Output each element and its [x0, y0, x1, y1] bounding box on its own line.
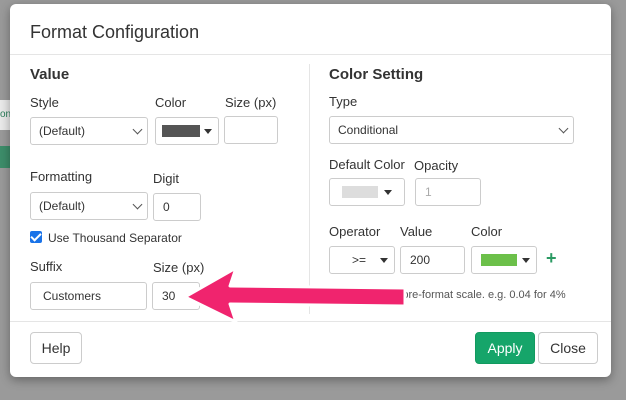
formatting-label: Formatting	[30, 169, 93, 184]
condition-color-label: Color	[471, 224, 503, 239]
digit-label: Digit	[153, 171, 180, 186]
operator-label: Operator	[329, 224, 381, 239]
style-select-value: (Default)	[39, 124, 86, 138]
suffix-input[interactable]: Customers	[30, 282, 147, 310]
footer-divider	[10, 321, 611, 322]
caret-down-icon	[384, 190, 392, 195]
opacity-input[interactable]: 1	[415, 178, 481, 206]
chevron-down-icon	[132, 199, 143, 210]
value-section-title: Value	[30, 66, 70, 83]
formatting-select[interactable]: (Default)	[30, 192, 148, 220]
thousand-separator-label: Use Thousand Separator	[48, 231, 182, 245]
column-divider	[309, 64, 310, 314]
chevron-down-icon	[132, 124, 143, 135]
caret-down-icon	[380, 258, 388, 263]
default-color-label: Default Color	[329, 157, 405, 172]
thousand-separator-checkbox[interactable]	[30, 231, 42, 243]
formatting-select-value: (Default)	[39, 199, 86, 213]
size-input[interactable]	[224, 116, 278, 144]
caret-down-icon	[522, 258, 530, 263]
add-condition-plus-icon[interactable]: +	[546, 248, 557, 269]
opacity-label: Opacity	[414, 158, 459, 173]
value-label: Value	[400, 224, 433, 239]
color-setting-section-title: Color Setting	[329, 66, 424, 83]
suffix-size-input[interactable]: 30	[152, 282, 200, 310]
apply-button[interactable]: Apply	[475, 332, 535, 364]
format-configuration-dialog: Format Configuration Value Style (Defaul…	[10, 4, 611, 377]
color-label: Color	[155, 95, 187, 110]
size-label: Size (px)	[225, 95, 277, 110]
value-color-picker[interactable]	[155, 117, 219, 145]
suffix-label: Suffix	[30, 259, 63, 274]
condition-color-picker[interactable]	[471, 246, 537, 274]
header-divider	[10, 54, 611, 55]
type-select-value: Conditional	[338, 123, 399, 137]
value-color-swatch	[162, 125, 200, 137]
close-button[interactable]: Close	[538, 332, 598, 364]
digit-input[interactable]: 0	[153, 193, 201, 221]
threshold-value-input[interactable]: 200	[400, 246, 465, 274]
condition-color-swatch	[481, 254, 517, 266]
help-button[interactable]: Help	[30, 332, 82, 364]
type-select[interactable]: Conditional	[329, 116, 574, 144]
operator-select-value: >=	[352, 253, 367, 267]
operator-select[interactable]: >=	[329, 246, 395, 274]
style-label: Style	[30, 95, 59, 110]
chevron-down-icon	[558, 123, 569, 134]
suffix-size-label: Size (px)	[153, 260, 205, 275]
default-color-swatch	[342, 186, 378, 198]
default-color-picker[interactable]	[329, 178, 405, 206]
type-label: Type	[329, 94, 358, 109]
color-setting-hint: Type values in pre-format scale. e.g. 0.…	[329, 289, 566, 301]
dialog-title: Format Configuration	[30, 22, 200, 42]
style-select[interactable]: (Default)	[30, 117, 148, 145]
caret-down-icon	[204, 129, 212, 134]
